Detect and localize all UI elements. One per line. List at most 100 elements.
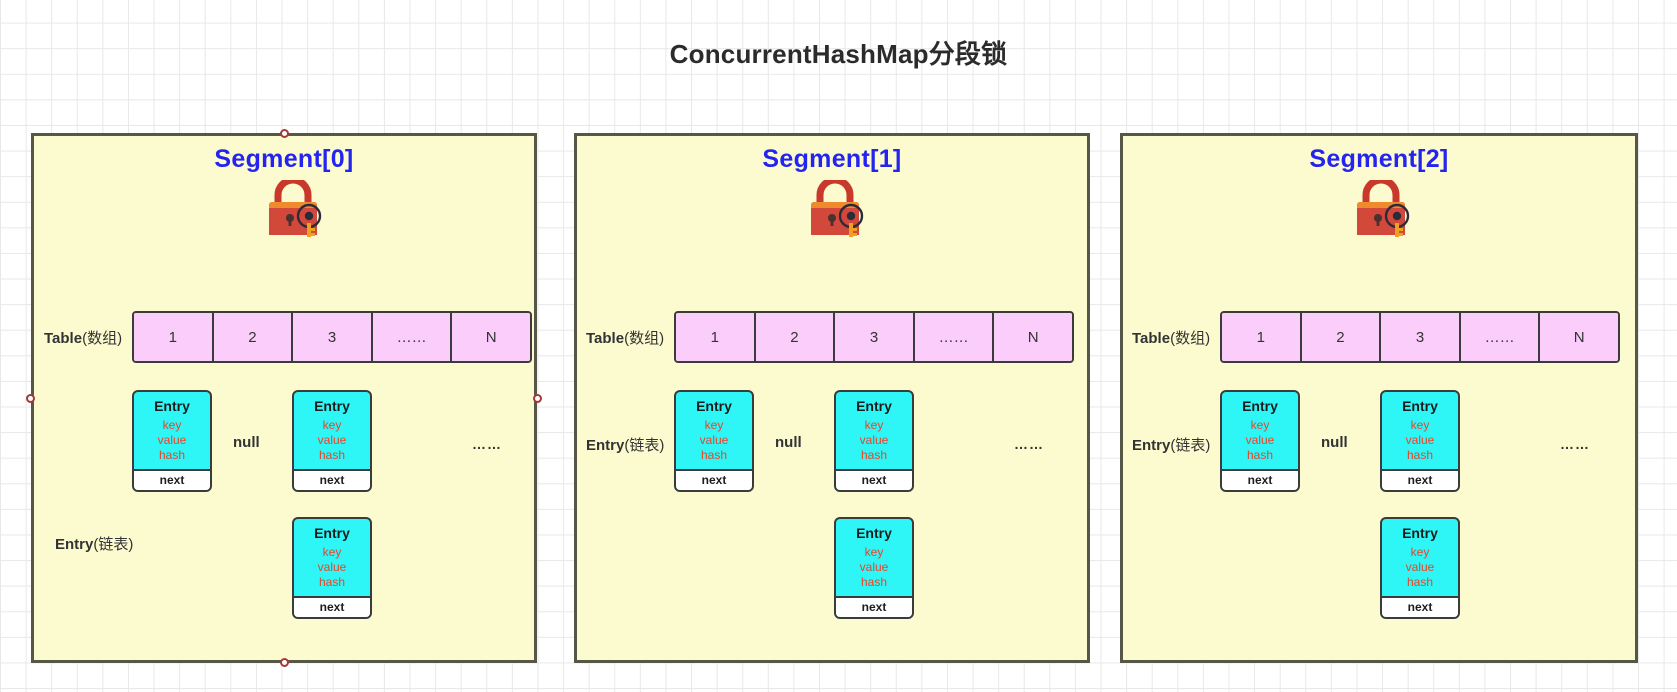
entry-box[interactable]: Entry key value hash next <box>1380 390 1460 492</box>
table-label-prefix: Table <box>586 330 625 347</box>
entry-key: key <box>1410 418 1430 432</box>
entry-value: value <box>157 433 187 447</box>
table-array-2[interactable]: 1 2 3 …… N <box>1220 311 1620 363</box>
table-cell[interactable]: 2 <box>755 313 836 361</box>
selection-handle-bottom[interactable] <box>280 658 289 667</box>
table-cell[interactable]: 3 <box>293 313 373 361</box>
entry-fields: key value hash <box>836 541 912 596</box>
table-label-prefix: Table <box>1132 330 1171 347</box>
table-cell[interactable]: N <box>994 313 1072 361</box>
entry-label-1: Entry(链表) <box>586 434 664 455</box>
table-cell[interactable]: 1 <box>676 313 756 361</box>
entry-next[interactable]: next <box>1382 596 1458 617</box>
null-label: null <box>775 434 802 451</box>
entry-hash: hash <box>700 448 728 462</box>
entry-label-2: Entry(链表) <box>1132 434 1210 455</box>
entry-hash: hash <box>318 448 346 462</box>
entry-value: value <box>859 433 889 447</box>
table-label-2: Table(数组) <box>1132 327 1210 348</box>
entry-title: Entry <box>154 398 190 414</box>
table-array-0[interactable]: 1 2 3 …… N <box>132 311 532 363</box>
selection-handle-right[interactable] <box>533 394 542 403</box>
entry-label-suffix: (链表) <box>93 536 134 553</box>
entry-label-prefix: Entry <box>55 536 94 553</box>
table-cell[interactable]: 3 <box>835 313 915 361</box>
entry-title: Entry <box>1402 525 1438 541</box>
table-cell[interactable]: 3 <box>1381 313 1461 361</box>
entry-fields: key value hash <box>294 541 370 596</box>
table-label-1: Table(数组) <box>586 327 664 348</box>
null-label: null <box>1321 434 1348 451</box>
entry-label-prefix: Entry <box>586 437 625 454</box>
entry-box[interactable]: Entry key value hash next <box>674 390 754 492</box>
entry-value: value <box>699 433 729 447</box>
lock-icon <box>802 176 868 238</box>
segment-title-1: Segment[1] <box>762 145 902 173</box>
entry-box[interactable]: Entry key value hash next <box>1220 390 1300 492</box>
entry-value: value <box>1245 433 1275 447</box>
selection-handle-top[interactable] <box>280 129 289 138</box>
table-cell[interactable]: N <box>1540 313 1618 361</box>
table-cell[interactable]: …… <box>1460 313 1541 361</box>
segment-title-0: Segment[0] <box>214 145 354 173</box>
entry-next[interactable]: next <box>676 469 752 490</box>
selection-handle-left[interactable] <box>26 394 35 403</box>
entry-box[interactable]: Entry key value hash next <box>292 517 372 619</box>
entry-label-prefix: Entry <box>1132 437 1171 454</box>
entry-next[interactable]: next <box>836 469 912 490</box>
entry-next[interactable]: next <box>1222 469 1298 490</box>
entry-box[interactable]: Entry key value hash next <box>1380 517 1460 619</box>
null-label: null <box>233 434 260 451</box>
entry-fields: key value hash <box>676 414 752 469</box>
entry-title: Entry <box>1242 398 1278 414</box>
table-cell[interactable]: 2 <box>213 313 294 361</box>
entry-value: value <box>1405 560 1435 574</box>
entry-box[interactable]: Entry key value hash next <box>834 390 914 492</box>
table-label-0: Table(数组) <box>44 327 122 348</box>
entry-title: Entry <box>696 398 732 414</box>
entry-fields: key value hash <box>1222 414 1298 469</box>
entry-box[interactable]: Entry key value hash next <box>834 517 914 619</box>
segment-title-2: Segment[2] <box>1309 145 1449 173</box>
entry-fields: key value hash <box>294 414 370 469</box>
entry-key: key <box>1410 545 1430 559</box>
entry-key: key <box>162 418 182 432</box>
entry-fields: key value hash <box>836 414 912 469</box>
ellipsis-label: …… <box>1560 436 1590 452</box>
entry-label-suffix: (链表) <box>624 437 665 454</box>
table-cell[interactable]: …… <box>372 313 453 361</box>
ellipsis-label: …… <box>1014 436 1044 452</box>
page-title: ConcurrentHashMap分段锁 <box>669 39 1008 69</box>
entry-hash: hash <box>158 448 186 462</box>
table-array-1[interactable]: 1 2 3 …… N <box>674 311 1074 363</box>
entry-hash: hash <box>1246 448 1274 462</box>
entry-next[interactable]: next <box>836 596 912 617</box>
entry-next[interactable]: next <box>134 469 210 490</box>
entry-next[interactable]: next <box>294 469 370 490</box>
entry-hash: hash <box>1406 575 1434 589</box>
entry-box[interactable]: Entry key value hash next <box>132 390 212 492</box>
entry-title: Entry <box>856 525 892 541</box>
entry-box[interactable]: Entry key value hash next <box>292 390 372 492</box>
entry-key: key <box>322 545 342 559</box>
lock-icon <box>260 176 326 238</box>
table-cell[interactable]: 1 <box>1222 313 1302 361</box>
entry-value: value <box>317 433 347 447</box>
entry-label-0: Entry(链表) <box>55 533 133 554</box>
entry-value: value <box>317 560 347 574</box>
ellipsis-label: …… <box>472 436 502 452</box>
entry-next[interactable]: next <box>1382 469 1458 490</box>
table-cell[interactable]: …… <box>914 313 995 361</box>
entry-key: key <box>704 418 724 432</box>
table-cell[interactable]: N <box>452 313 530 361</box>
entry-key: key <box>864 418 884 432</box>
table-label-suffix: (数组) <box>82 330 123 347</box>
table-label-prefix: Table <box>44 330 83 347</box>
entry-hash: hash <box>318 575 346 589</box>
entry-next[interactable]: next <box>294 596 370 617</box>
table-cell[interactable]: 2 <box>1301 313 1382 361</box>
entry-value: value <box>859 560 889 574</box>
table-cell[interactable]: 1 <box>134 313 214 361</box>
entry-title: Entry <box>314 398 350 414</box>
entry-hash: hash <box>1406 448 1434 462</box>
